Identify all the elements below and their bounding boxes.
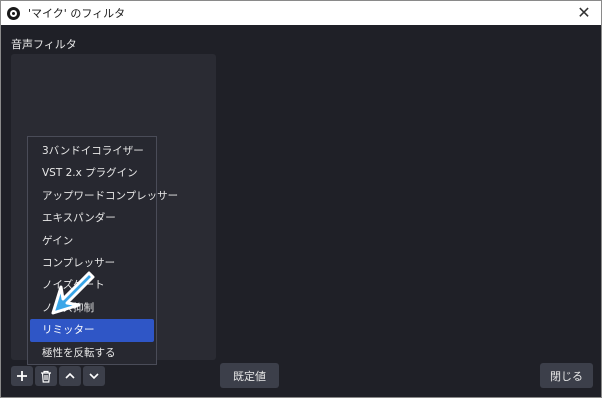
add-filter-context-menu: 3バンドイコライザー VST 2.x プラグイン アップワードコンプレッサー エ… [27, 136, 178, 365]
trash-icon [41, 370, 51, 383]
title-bar: 'マイク' のフィルタ ✕ [1, 1, 601, 25]
menu-item-limiter[interactable]: リミッター [30, 319, 154, 342]
window-title: 'マイク' のフィルタ [28, 7, 126, 20]
plus-icon [17, 371, 27, 381]
chevron-up-icon [65, 372, 75, 379]
add-filter-button[interactable] [11, 366, 33, 386]
menu-item-invert-polarity[interactable]: 極性を反転する [30, 342, 154, 364]
chevron-down-icon [89, 373, 99, 380]
menu-item-3band-eq[interactable]: 3バンドイコライザー [30, 140, 154, 162]
menu-item-vst-plugin[interactable]: VST 2.x プラグイン [30, 162, 154, 184]
audio-filters-label: 音声フィルタ [11, 38, 77, 51]
close-button[interactable]: 閉じる [540, 363, 593, 388]
remove-filter-button[interactable] [35, 366, 57, 386]
menu-item-expander[interactable]: エキスパンダー [30, 207, 154, 229]
filters-window: 'マイク' のフィルタ ✕ 音声フィルタ 既定値 閉じる 3バンドイコライザー … [0, 0, 602, 398]
obs-logo-icon [7, 6, 20, 20]
move-up-button[interactable] [59, 366, 81, 386]
menu-item-upward-compressor[interactable]: アップワードコンプレッサー [30, 185, 178, 207]
menu-item-gain[interactable]: ゲイン [30, 230, 154, 252]
window-close-icon[interactable]: ✕ [575, 4, 593, 22]
move-down-button[interactable] [83, 366, 105, 386]
arrow-pointer-icon [51, 271, 95, 315]
defaults-button[interactable]: 既定値 [220, 363, 279, 388]
